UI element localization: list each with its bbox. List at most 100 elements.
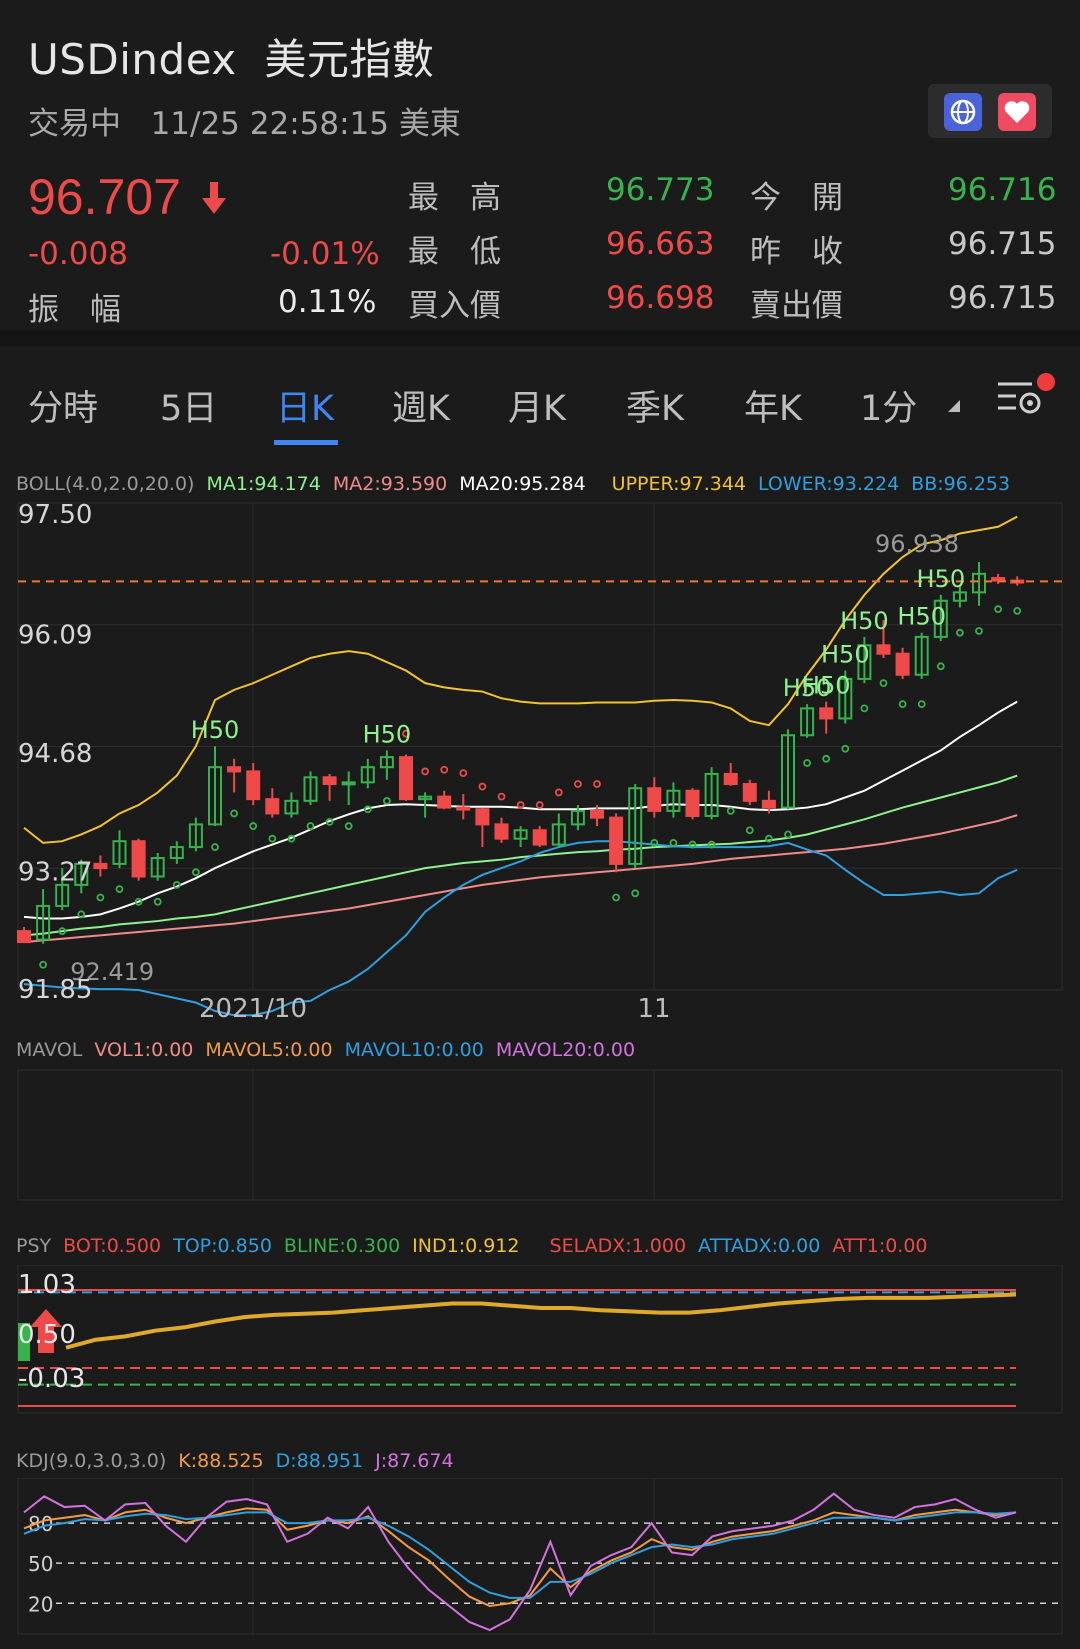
sar-dot (459, 769, 468, 777)
sar-dot (765, 834, 773, 843)
price-change: -0.008 (28, 236, 128, 272)
sar-dot (574, 780, 582, 788)
sar-dot (593, 780, 601, 788)
boll-ma1: MA1:94.174 (206, 473, 321, 495)
sar-dot (898, 700, 907, 709)
sar-dot (803, 759, 811, 767)
quote-datetime: 11/25 22:58:15 美東 (150, 106, 461, 142)
boll-name: BOLL(4.0,2.0,20.0) (16, 473, 195, 495)
candle (208, 746, 222, 827)
volume-chart (17, 1069, 1063, 1201)
candle (685, 788, 700, 820)
mavol-legend: MAVOL VOL1:0.00 MAVOL5:0.00 MAVOL10:0.00 MAV… (16, 1039, 647, 1061)
candle-body (895, 652, 910, 676)
candle-body (437, 795, 452, 809)
ask-label: 賣出價 (750, 288, 843, 324)
candle-body (991, 577, 1006, 582)
sar-dot (726, 807, 735, 815)
candle-body (131, 840, 146, 878)
mavol-name: MAVOL (16, 1039, 83, 1061)
series-j (23, 1492, 1017, 1632)
candle (895, 647, 910, 679)
sar-dot (994, 605, 1002, 614)
open-value: 96.716 (948, 172, 1057, 208)
candle (494, 817, 509, 843)
boll-bb: BB:96.253 (911, 473, 1011, 495)
tab-5day[interactable]: 5日 (160, 380, 217, 431)
h50-marker: H50 (802, 672, 851, 700)
candle (513, 826, 528, 848)
candle (551, 813, 566, 848)
sar-dot (956, 628, 964, 637)
low-value: 96.663 (606, 226, 715, 262)
mavol-vol1: VOL1:0.00 (94, 1039, 194, 1061)
psy-y-tick: 1.03 (18, 1270, 76, 1300)
h50-marker: H50 (363, 720, 412, 748)
candle (93, 855, 108, 877)
boll-ma20: MA20:95.284 (459, 473, 586, 495)
psy-att1: ATT1:0.00 (832, 1235, 928, 1257)
candle-body (456, 806, 471, 811)
candle-body (876, 644, 891, 655)
bid-value: 96.698 (606, 280, 715, 316)
candle-body (93, 862, 108, 870)
mavol-5: MAVOL5:0.00 (205, 1039, 333, 1061)
candle (628, 784, 643, 869)
tab-monthly-k[interactable]: 月K (508, 380, 566, 431)
tab-yearly-k[interactable]: 年K (744, 380, 802, 431)
caret-down-icon[interactable] (946, 398, 962, 414)
candle (437, 790, 452, 810)
sar-dot (115, 885, 124, 894)
y-tick-label: 97.50 (18, 500, 92, 530)
candle (914, 632, 929, 679)
candle (456, 794, 471, 820)
price-change-pct: -0.01% (270, 236, 380, 272)
globe-icon[interactable] (944, 93, 982, 131)
candle-body (341, 781, 356, 786)
kdj-y-tick: 20 (28, 1592, 53, 1616)
prev-close-label: 昨 收 (750, 234, 843, 270)
candle (532, 826, 547, 848)
psy-chart: 1.03 0.50 -0.03 (17, 1265, 1063, 1414)
candle (322, 773, 337, 801)
tab-daily-k[interactable]: 日K (276, 380, 334, 431)
psy-frame (17, 1265, 1063, 1414)
sar-dot (936, 662, 945, 671)
candle-body (647, 787, 662, 812)
tab-quarterly-k[interactable]: 季K (626, 380, 684, 431)
candle (112, 830, 127, 869)
sar-dot (784, 830, 792, 839)
series-k (23, 1507, 1017, 1607)
psy-ind1: IND1:0.912 (412, 1235, 520, 1257)
sar-dot (344, 822, 353, 830)
sar-dot (191, 868, 200, 877)
candle (475, 807, 490, 848)
chart-settings-icon[interactable] (996, 372, 1056, 424)
candle (284, 792, 299, 818)
heart-icon[interactable] (998, 93, 1036, 131)
candle (666, 782, 681, 818)
series-ind1 (65, 1292, 1017, 1350)
tab-intraday[interactable]: 分時 (28, 380, 98, 431)
candlestick-chart[interactable]: H50 H50H50H50H50H50 H50H5096.93892.419 97.… (0, 495, 1080, 1035)
candle-body (322, 776, 337, 786)
candle (17, 926, 31, 944)
candle (36, 889, 51, 944)
tab-1min[interactable]: 1分 (860, 380, 917, 431)
candle-body (246, 770, 261, 801)
sar-dot (96, 893, 105, 902)
mavol-10: MAVOL10:0.00 (344, 1039, 484, 1061)
candle (704, 767, 719, 820)
h50-marker: H50 (821, 641, 870, 669)
y-tick-label: 93.27 (18, 858, 92, 888)
candle-body (399, 756, 413, 801)
sar-dot (612, 893, 620, 902)
high-label: 最 高 (408, 180, 501, 216)
high-value: 96.773 (606, 172, 715, 208)
candle-body (685, 789, 700, 817)
sar-dot (631, 889, 640, 898)
sar-dot (975, 627, 983, 635)
psy-legend: PSY BOT:0.500 TOP:0.850 BLINE:0.300 IND1:0.9… (16, 1235, 940, 1257)
psy-seladx: SELADX:1.000 (549, 1235, 687, 1257)
tab-weekly-k[interactable]: 週K (392, 380, 450, 431)
